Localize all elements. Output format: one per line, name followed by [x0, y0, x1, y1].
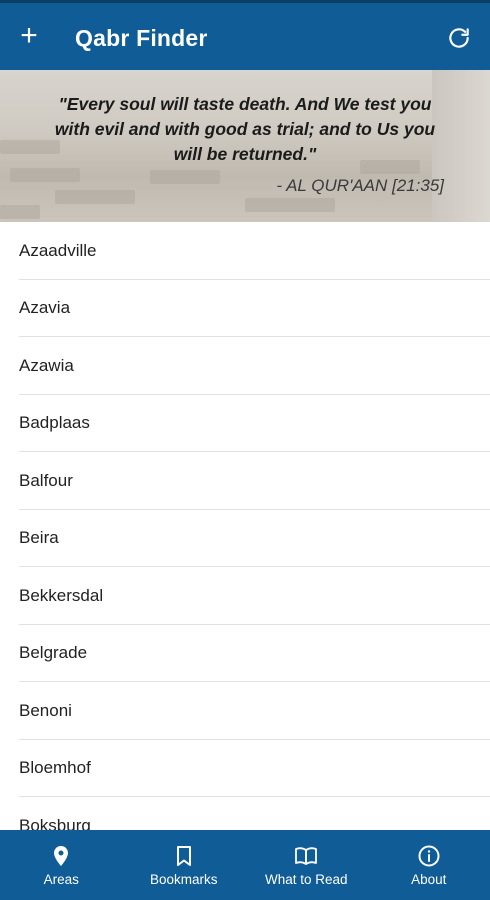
nav-what-to-read-label: What to Read [264, 871, 348, 887]
quote-banner: "Every soul will taste death. And We tes… [0, 70, 490, 222]
refresh-button[interactable] [446, 25, 472, 51]
book-icon [295, 846, 318, 865]
list-item[interactable]: Azavia [0, 280, 490, 338]
list-item[interactable]: Azawia [0, 337, 490, 395]
list-item[interactable]: Bloemhof [0, 740, 490, 798]
list-item[interactable]: Azaadville [0, 222, 490, 280]
app-bar: + Qabr Finder [0, 0, 490, 70]
map-pin-icon [54, 845, 69, 866]
app-title: Qabr Finder [75, 25, 208, 51]
nav-areas-label: Areas [43, 871, 79, 887]
quote-citation: - AL QUR'AAN [21:35] [276, 176, 444, 195]
list-item[interactable]: Bekkersdal [0, 567, 490, 625]
info-icon [418, 845, 440, 866]
bottom-nav: Areas Bookmarks What to Read About [0, 830, 490, 900]
nav-about-label: About [411, 871, 447, 887]
nav-what-to-read[interactable]: What to Read [245, 830, 368, 900]
nav-bookmarks-label: Bookmarks [149, 871, 218, 887]
areas-list: Azaadville Azavia Azawia Badplaas Balfou… [0, 222, 490, 830]
nav-about[interactable]: About [368, 830, 490, 900]
add-button[interactable]: + [14, 21, 44, 51]
list-item[interactable]: Belgrade [0, 625, 490, 683]
nav-areas[interactable]: Areas [0, 830, 123, 900]
nav-bookmarks[interactable]: Bookmarks [123, 830, 246, 900]
list-item[interactable]: Beira [0, 510, 490, 568]
list-item[interactable]: Benoni [0, 682, 490, 740]
quote-text: "Every soul will taste death. And We tes… [54, 94, 436, 164]
list-item[interactable]: Badplaas [0, 395, 490, 453]
list-item[interactable]: Boksburg [0, 797, 490, 830]
refresh-icon [449, 28, 469, 48]
list-item[interactable]: Balfour [0, 452, 490, 510]
bookmark-icon [176, 845, 191, 866]
